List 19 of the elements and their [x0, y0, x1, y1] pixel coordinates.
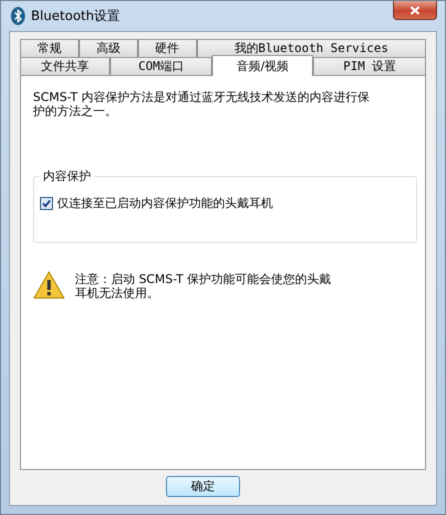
tab[interactable]: 音频/视频	[212, 55, 314, 76]
tab[interactable]: 高级	[78, 39, 138, 57]
window-title: Bluetooth设置	[31, 8, 120, 25]
warning-icon	[33, 271, 65, 299]
tab[interactable]: 文件共享	[20, 57, 110, 75]
description-text: SCMS-T 内容保护方法是对通过蓝牙无线技术发送的内容进行保护的方法之一。	[33, 90, 370, 118]
tab[interactable]: PIM 设置	[313, 57, 426, 75]
tab[interactable]: 我的Bluetooth Services	[196, 39, 426, 57]
warning-text: 注意：启动 SCMS-T 保护功能可能会使您的头戴耳机无法使用。	[75, 272, 332, 300]
checkbox-label: 仅连接至已启动内容保护功能的头戴耳机	[57, 195, 273, 212]
group-title: 内容保护	[42, 168, 92, 185]
tab[interactable]: COM端口	[110, 57, 212, 75]
tab[interactable]: 常规	[20, 39, 79, 57]
bluetooth-icon	[11, 7, 25, 25]
close-icon	[410, 6, 420, 14]
tab[interactable]: 硬件	[138, 39, 197, 57]
checkbox[interactable]	[40, 197, 53, 210]
close-button[interactable]	[393, 1, 437, 20]
ok-button[interactable]: 确定	[166, 476, 240, 497]
